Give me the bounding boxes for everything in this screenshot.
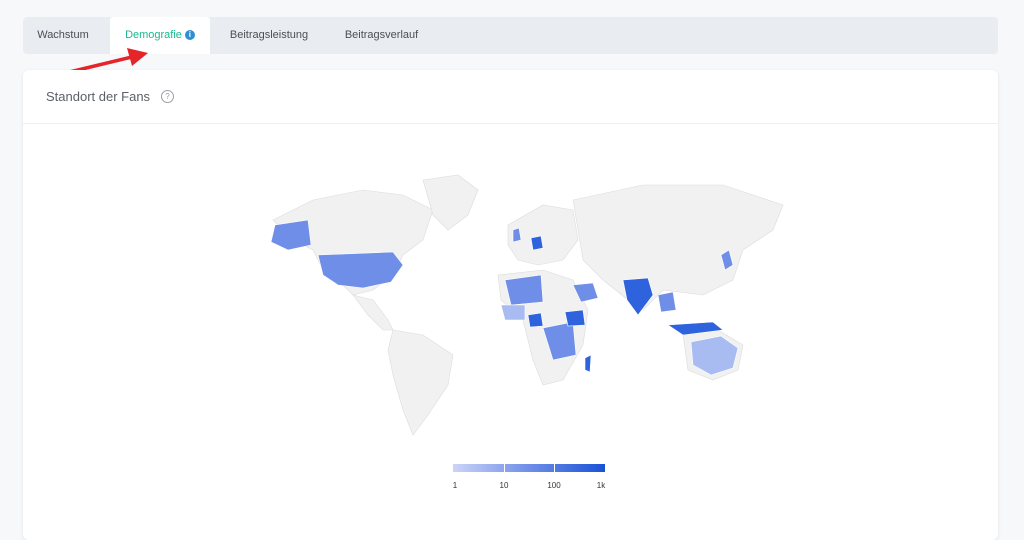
legend-divider (554, 464, 555, 472)
north-africa-region[interactable] (504, 274, 544, 306)
legend-gradient-bar (453, 464, 605, 472)
tab-beitragsleistung-label: Beitragsleistung (229, 29, 309, 41)
map-base-land (272, 174, 784, 436)
card-title: Standort der Fans (46, 89, 151, 104)
legend-label-1k: 1k (596, 481, 606, 490)
west-africa-region[interactable] (500, 304, 526, 321)
nigeria-region[interactable] (527, 312, 544, 328)
southeast-asia-region[interactable] (657, 291, 677, 313)
ethiopia-region[interactable] (564, 309, 586, 327)
tab-beitragsleistung[interactable]: Beitragsleistung (219, 17, 319, 54)
legend-label-100: 100 (547, 481, 561, 490)
legend-label-1: 1 (452, 481, 458, 490)
info-icon: i (184, 30, 195, 40)
color-legend: 1 10 100 1k (453, 464, 605, 490)
world-map[interactable] (243, 170, 803, 440)
tab-bar: Wachstum Demografie i Beitragsleistung Be… (23, 17, 998, 54)
tab-beitragsverlauf-label: Beitragsverlauf (344, 29, 419, 41)
usa-region[interactable] (317, 251, 404, 289)
alaska-region[interactable] (270, 219, 312, 251)
fan-location-card: Standort der Fans ? 1 10 100 1k (23, 70, 998, 540)
legend-label-10: 10 (499, 481, 509, 490)
madagascar-region[interactable] (584, 354, 592, 373)
germany-region[interactable] (530, 235, 544, 251)
question-mark-icon[interactable]: ? (161, 90, 174, 103)
india-region[interactable] (622, 277, 654, 316)
legend-divider (504, 464, 505, 472)
tab-demografie-label: Demografie (125, 29, 182, 41)
tab-wachstum-label: Wachstum (37, 29, 89, 41)
card-header: Standort der Fans ? (23, 70, 998, 124)
tab-beitragsverlauf[interactable]: Beitragsverlauf (334, 17, 429, 54)
